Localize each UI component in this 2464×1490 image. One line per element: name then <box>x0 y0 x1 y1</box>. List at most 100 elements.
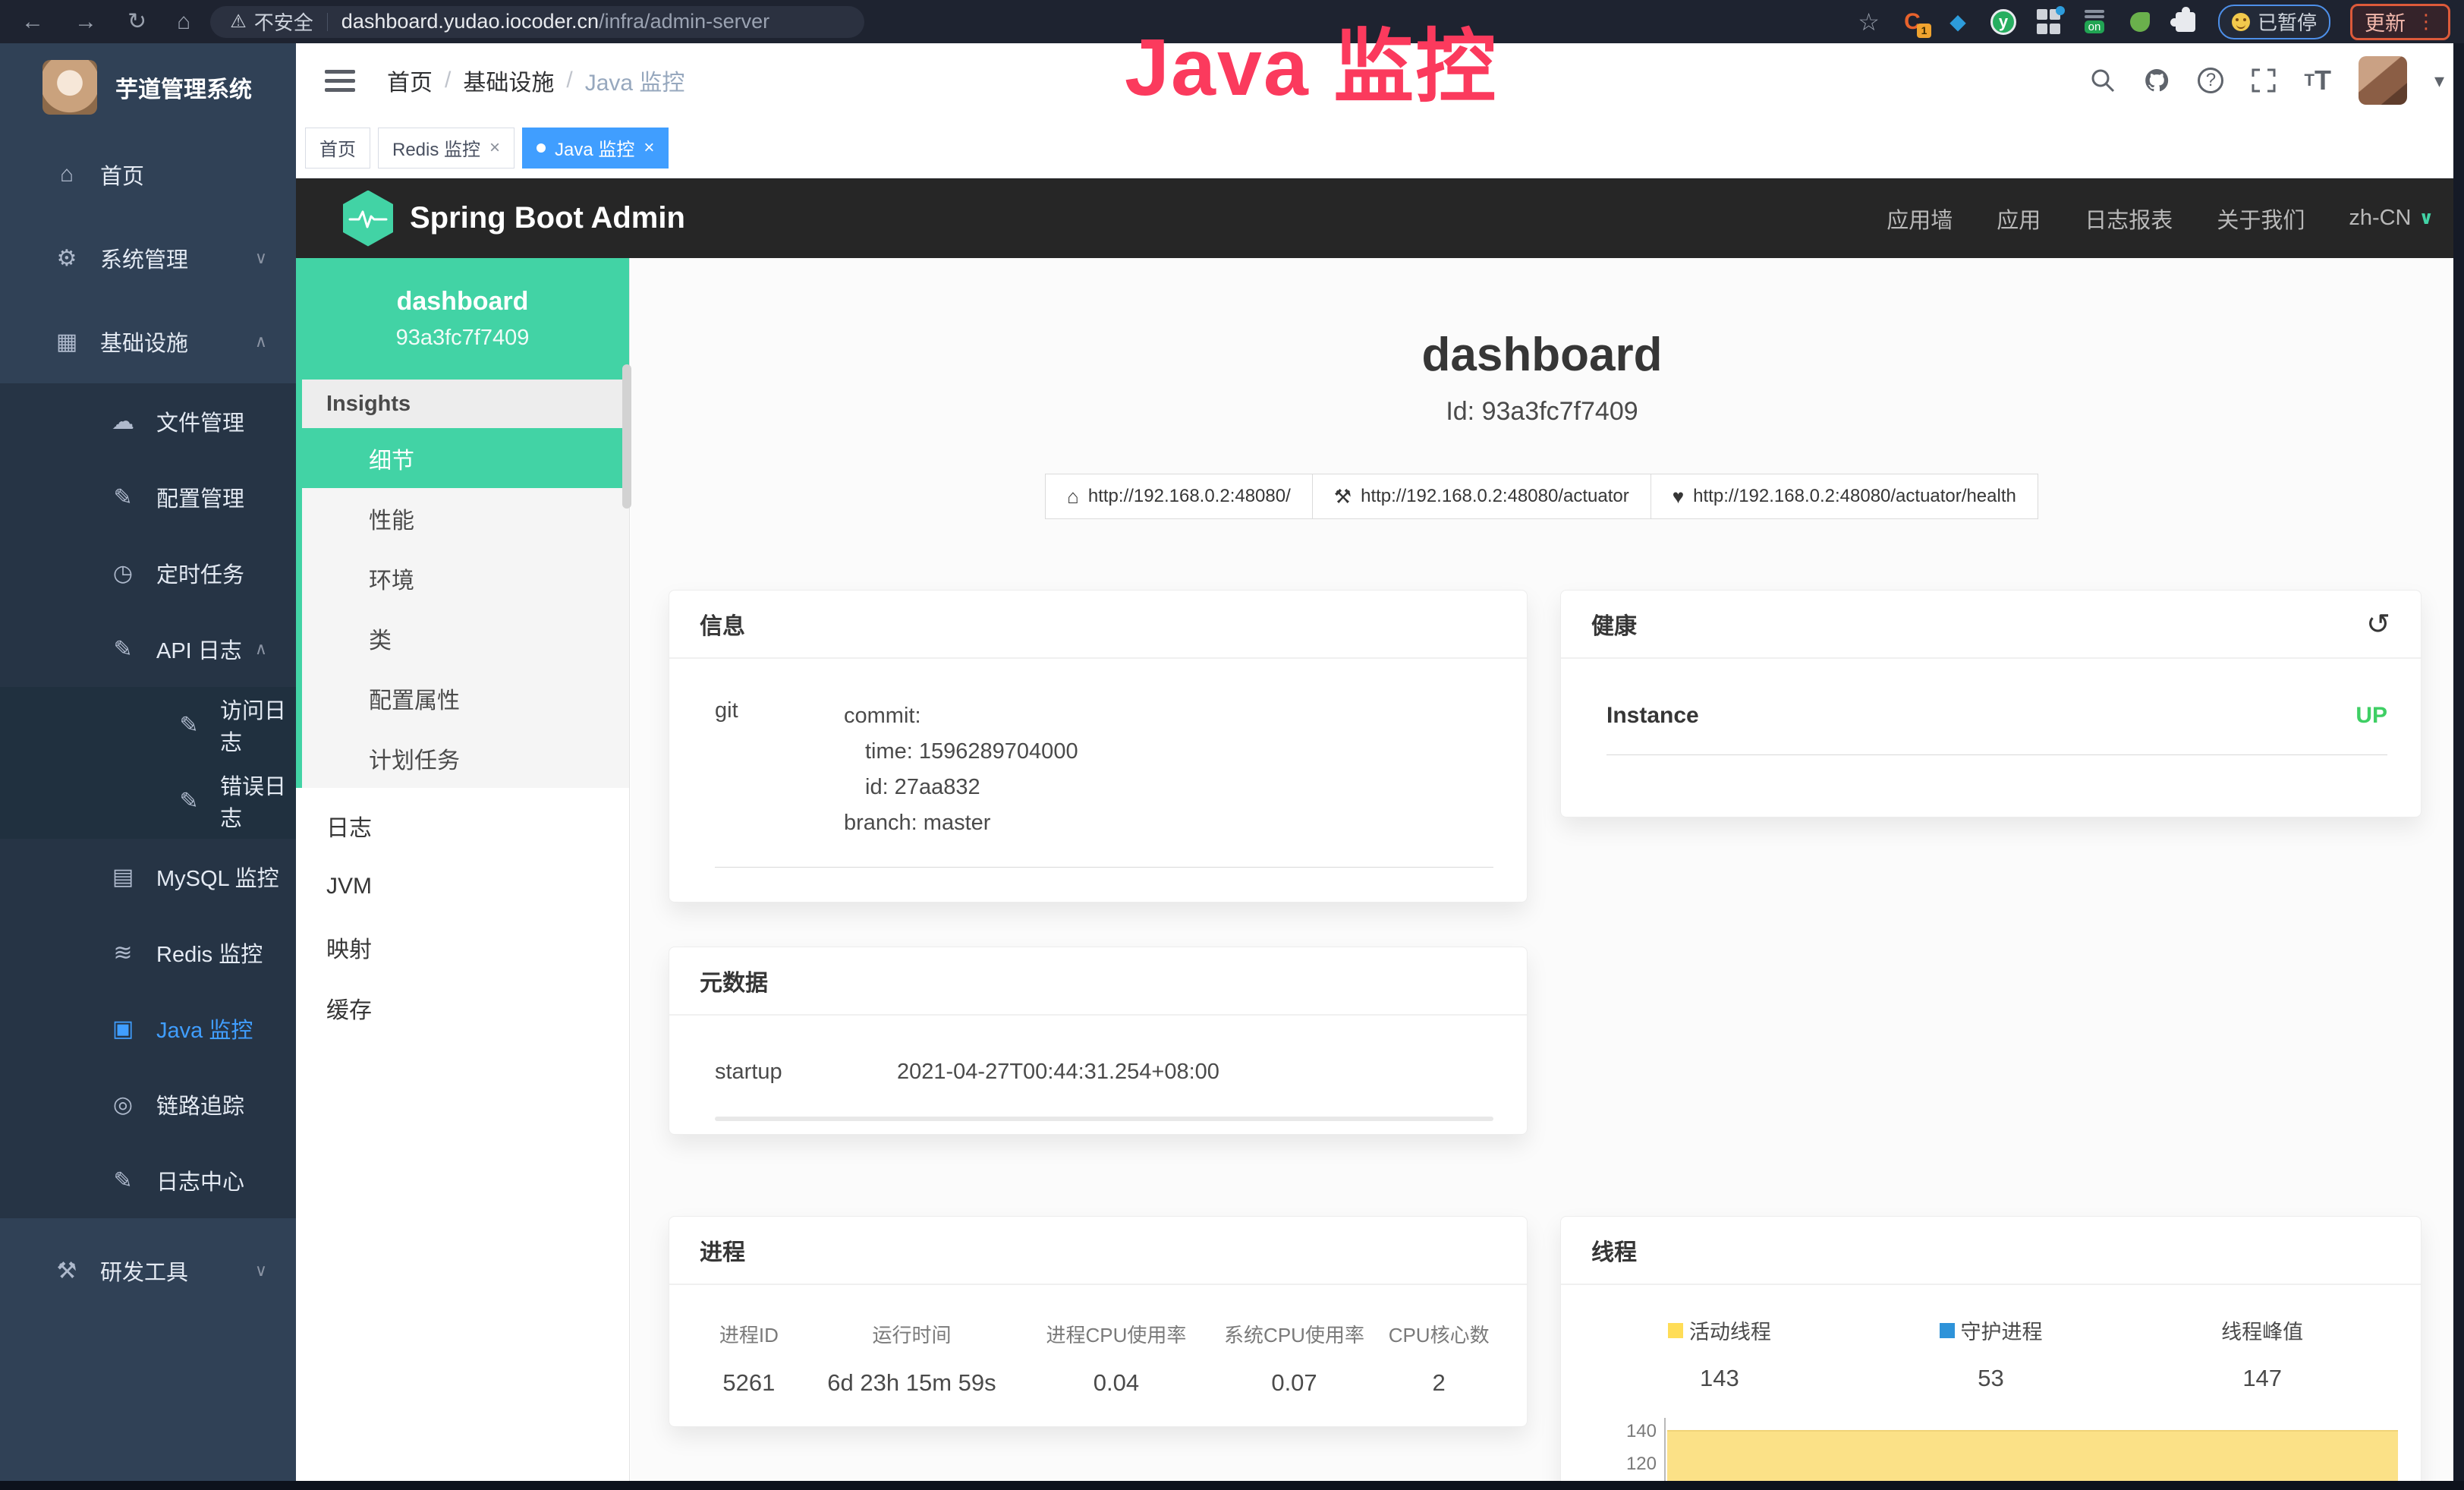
log-icon: ✎ <box>175 712 203 739</box>
sba-item-metrics[interactable]: 性能 <box>302 488 629 548</box>
sba-logo-icon[interactable] <box>343 191 393 247</box>
sidebar-item-access-log[interactable]: ✎ 访问日志 <box>0 687 296 763</box>
sidebar-item-error-log[interactable]: ✎ 错误日志 <box>0 763 296 839</box>
process-cpu-value: 0.04 <box>1025 1369 1207 1397</box>
sba-header: Spring Boot Admin 应用墙 应用 日志报表 关于我们 zh-CN… <box>296 178 2464 258</box>
sba-item-environment[interactable]: 环境 <box>302 548 629 608</box>
history-icon[interactable]: ↺ <box>2366 607 2390 641</box>
column-header: 运行时间 <box>798 1320 1025 1348</box>
close-icon[interactable]: × <box>644 137 654 159</box>
sba-nav-language[interactable]: zh-CN∨ <box>2349 206 2434 231</box>
column-header: 进程ID <box>700 1320 798 1348</box>
sidebar-item-mysql[interactable]: ▤ MySQL 监控 <box>0 839 296 915</box>
extension-pin-icon[interactable]: ◆ <box>1945 9 1971 35</box>
sidebar-item-infra[interactable]: ▦ 基础设施 ∧ <box>0 300 296 383</box>
window-scrollbar-track[interactable] <box>2453 43 2464 1490</box>
extension-on-icon[interactable]: on <box>2082 9 2107 35</box>
legend-swatch-daemon <box>1940 1323 1955 1338</box>
actuator-url-link[interactable]: ⚒http://192.168.0.2:48080/actuator <box>1312 474 1651 519</box>
sba-item-logs[interactable]: 日志 <box>296 795 629 856</box>
sba-nav-applications[interactable]: 应用 <box>1997 203 2041 235</box>
github-icon[interactable] <box>2143 67 2170 94</box>
sidebar-item-jobs[interactable]: ◷ 定时任务 <box>0 535 296 611</box>
insights-group: Insights 细节 性能 环境 类 配置属性 计划任务 <box>296 380 629 788</box>
close-icon[interactable]: × <box>489 137 500 159</box>
breadcrumb-infra[interactable]: 基础设施 <box>463 64 554 97</box>
infra-icon: ▦ <box>50 329 83 355</box>
sba-item-scheduled-tasks[interactable]: 计划任务 <box>302 728 629 788</box>
url-text: dashboard.yudao.iocoder.cn/infra/admin-s… <box>341 10 769 33</box>
breadcrumb-home[interactable]: 首页 <box>387 64 433 97</box>
address-bar[interactable]: ⚠ 不安全 dashboard.yudao.iocoder.cn/infra/a… <box>210 6 864 38</box>
wrench-icon: ⚒ <box>1334 485 1352 509</box>
heart-icon: ♥ <box>1673 485 1684 509</box>
sidebar-item-config[interactable]: ✎ 配置管理 <box>0 459 296 535</box>
browser-update-button[interactable]: 更新⋮ <box>2350 4 2450 40</box>
row-divider <box>1606 754 2387 755</box>
sidebar-item-redis[interactable]: ≋ Redis 监控 <box>0 915 296 991</box>
sba-item-mappings[interactable]: 映射 <box>296 917 629 978</box>
sba-item-jvm[interactable]: JVM <box>296 856 629 917</box>
sba-nav-applications-wall[interactable]: 应用墙 <box>1887 203 1953 235</box>
user-avatar[interactable] <box>2359 56 2407 105</box>
paused-extension-pill[interactable]: 已暂停 <box>2218 5 2330 39</box>
layers-icon: ≋ <box>106 940 140 966</box>
sidebar-item-java-monitor[interactable]: ▣ Java 监控 <box>0 991 296 1066</box>
chevron-up-icon: ∧ <box>255 332 267 351</box>
process-card-title: 进程 <box>700 1233 745 1267</box>
sidebar-item-home[interactable]: ⌂ 首页 <box>0 133 296 216</box>
reload-icon[interactable]: ↻ <box>127 8 146 35</box>
home-icon[interactable]: ⌂ <box>177 9 190 35</box>
sidebar-item-log-center[interactable]: ✎ 日志中心 <box>0 1142 296 1218</box>
menu-dots-icon[interactable]: ⋮ <box>2416 10 2436 33</box>
sidebar-item-files[interactable]: ☁ 文件管理 <box>0 383 296 459</box>
threads-card: 线程 活动线程 143 守护进程 53 线程峰值 147 140 120 100 <box>1560 1216 2422 1481</box>
extension-grid-icon[interactable] <box>2036 9 2062 35</box>
gear-icon: ⚙ <box>50 245 83 272</box>
tab-java-monitor[interactable]: Java 监控 × <box>522 128 669 169</box>
extension-puzzle-icon[interactable] <box>2173 9 2198 35</box>
help-icon[interactable]: ? <box>2198 68 2223 93</box>
extension-y-icon[interactable]: y <box>1990 9 2016 35</box>
sba-instance-header[interactable]: dashboard 93a3fc7f7409 <box>296 258 629 380</box>
sidebar-item-api-logs[interactable]: ✎ API 日志 ∧ <box>0 611 296 687</box>
sba-item-caches[interactable]: 缓存 <box>296 978 629 1038</box>
metadata-value: 2021-04-27T00:44:31.254+08:00 <box>897 1060 1219 1085</box>
process-table: 进程ID 运行时间 进程CPU使用率 系统CPU使用率 CPU核心数 5261 … <box>669 1285 1527 1397</box>
system-cpu-value: 0.07 <box>1207 1369 1382 1397</box>
app-logo-row[interactable]: 芋道管理系统 <box>42 60 296 115</box>
cloud-upload-icon: ☁ <box>106 408 140 435</box>
sba-item-classes[interactable]: 类 <box>302 608 629 668</box>
font-size-icon[interactable]: TT <box>2304 65 2330 96</box>
sidebar-item-dev-tools[interactable]: ⚒ 研发工具 ∨ <box>0 1229 296 1312</box>
hamburger-icon[interactable] <box>325 70 355 92</box>
health-url-link[interactable]: ♥http://192.168.0.2:48080/actuator/healt… <box>1651 474 2038 519</box>
search-icon[interactable] <box>2090 68 2116 93</box>
sba-item-details[interactable]: 细节 <box>302 428 629 488</box>
log-icon: ✎ <box>106 1167 140 1194</box>
back-icon[interactable]: ← <box>21 9 44 35</box>
bookmark-star-icon[interactable]: ☆ <box>1858 8 1880 36</box>
sidebar-item-tracing[interactable]: ◎ 链路追踪 <box>0 1066 296 1142</box>
fullscreen-icon[interactable] <box>2251 68 2277 93</box>
extension-c-icon[interactable]: C1 <box>1899 9 1925 35</box>
process-id-value: 5261 <box>700 1369 798 1397</box>
extension-leaf-icon[interactable] <box>2127 9 2153 35</box>
scrollbar-thumb[interactable] <box>622 364 631 509</box>
sba-nav-about[interactable]: 关于我们 <box>2217 203 2305 235</box>
tab-redis-monitor[interactable]: Redis 监控 × <box>378 128 515 169</box>
toolbox-icon: ⚒ <box>50 1258 83 1284</box>
caret-down-icon[interactable]: ▾ <box>2434 69 2444 93</box>
instance-links: ⌂http://192.168.0.2:48080/ ⚒http://192.1… <box>631 474 2453 519</box>
metadata-key: startup <box>715 1060 897 1085</box>
service-url-link[interactable]: ⌂http://192.168.0.2:48080/ <box>1045 474 1313 519</box>
sba-nav-journal[interactable]: 日志报表 <box>2085 203 2173 235</box>
forward-icon[interactable]: → <box>74 9 97 35</box>
health-card-title: 健康 <box>1591 607 1637 641</box>
uptime-value: 6d 23h 15m 59s <box>798 1369 1025 1397</box>
sidebar-item-system[interactable]: ⚙ 系统管理 ∨ <box>0 216 296 300</box>
tab-home[interactable]: 首页 <box>305 128 370 169</box>
sba-item-config-props[interactable]: 配置属性 <box>302 668 629 728</box>
sba-brand-title[interactable]: Spring Boot Admin <box>410 201 685 235</box>
page-title: dashboard <box>631 328 2453 382</box>
